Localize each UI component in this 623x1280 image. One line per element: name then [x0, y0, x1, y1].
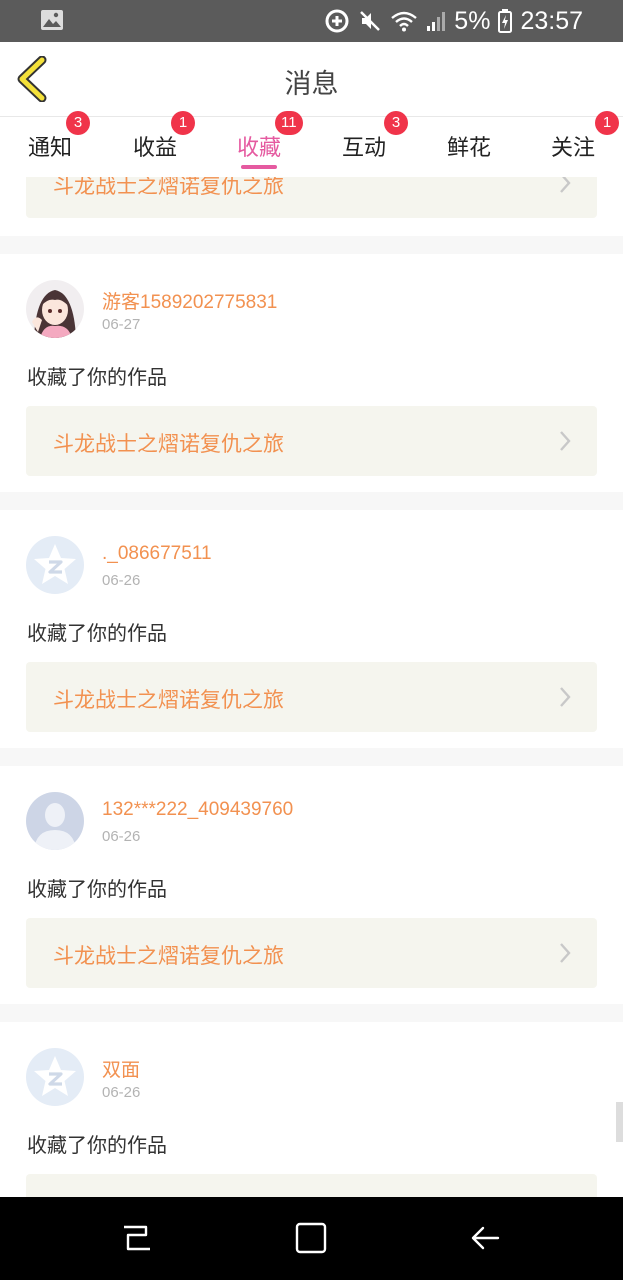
list-item: 双面 06-26 收藏了你的作品 — [0, 1022, 623, 1197]
list-item-partial: 斗龙战士之熠诺复仇之旅 — [0, 177, 623, 236]
tab-badge: 11 — [275, 111, 303, 135]
battery-icon — [498, 9, 513, 33]
message-date: 06-26 — [102, 828, 141, 845]
work-title: 斗龙战士之熠诺复仇之旅 — [53, 432, 284, 456]
message-list[interactable]: 斗龙战士之熠诺复仇之旅 游客1589202775831 06-27 收藏了你的作… — [0, 177, 623, 1197]
username[interactable]: 游客1589202775831 — [102, 287, 277, 314]
mute-icon — [360, 11, 381, 31]
username[interactable]: 132***222_409439760 — [102, 799, 293, 821]
wifi-icon — [391, 11, 418, 32]
message-date: 06-26 — [102, 1084, 141, 1101]
qq-star-avatar-icon — [26, 1048, 84, 1106]
tab-label: 鲜花 — [446, 136, 491, 161]
work-title: 斗龙战士之熠诺复仇之旅 — [53, 177, 284, 198]
work-title: 斗龙战士之熠诺复仇之旅 — [53, 944, 284, 968]
tab-label: 收藏 — [236, 136, 281, 161]
list-item: ._086677511 06-26 收藏了你的作品 斗龙战士之熠诺复仇之旅 — [0, 510, 623, 748]
data-saver-icon — [325, 9, 349, 33]
tab-badge: 1 — [171, 111, 195, 135]
action-text: 收藏了你的作品 — [27, 1133, 167, 1157]
tab-label: 通知 — [27, 136, 72, 161]
system-nav-bar — [0, 1197, 623, 1280]
avatar[interactable] — [26, 1048, 84, 1106]
list-item: 132***222_409439760 06-26 收藏了你的作品 斗龙战士之熠… — [0, 766, 623, 1004]
list-item: 游客1589202775831 06-27 收藏了你的作品 斗龙战士之熠诺复仇之… — [0, 254, 623, 492]
username[interactable]: ._086677511 — [102, 543, 212, 565]
tab-label: 收益 — [132, 136, 177, 161]
action-text: 收藏了你的作品 — [27, 365, 167, 389]
message-date: 06-27 — [102, 316, 141, 333]
clock: 23:57 — [520, 6, 583, 35]
status-bar: 5% 23:57 — [0, 0, 623, 42]
tab-badge: 3 — [384, 111, 408, 135]
tab-earnings[interactable]: 收益 1 — [105, 111, 205, 177]
work-title: 斗龙战士之熠诺复仇之旅 — [53, 688, 284, 712]
message-date: 06-26 — [102, 572, 141, 589]
chevron-right-icon — [560, 431, 571, 451]
chevron-right-icon — [560, 943, 571, 963]
action-text: 收藏了你的作品 — [27, 877, 167, 901]
work-link[interactable]: 斗龙战士之熠诺复仇之旅 — [26, 918, 597, 988]
work-link[interactable] — [26, 1174, 597, 1197]
page-title: 消息 — [284, 69, 339, 100]
scrollbar-thumb[interactable] — [616, 1102, 623, 1142]
tab-favorites[interactable]: 收藏 11 — [209, 111, 309, 177]
recent-apps-icon[interactable] — [120, 1221, 154, 1255]
action-text: 收藏了你的作品 — [27, 621, 167, 645]
work-link[interactable]: 斗龙战士之熠诺复仇之旅 — [26, 662, 597, 732]
battery-percent: 5% — [454, 6, 491, 35]
tab-badge: 3 — [66, 111, 90, 135]
anime-girl-avatar-icon — [26, 280, 84, 338]
qq-star-avatar-icon — [26, 536, 84, 594]
avatar[interactable] — [26, 280, 84, 338]
image-notification-icon — [41, 10, 63, 30]
tab-badge: 1 — [595, 111, 619, 135]
tab-interactions[interactable]: 互动 3 — [314, 111, 414, 177]
active-tab-indicator — [241, 165, 277, 169]
tab-label: 互动 — [341, 136, 386, 161]
home-icon[interactable] — [294, 1221, 328, 1255]
app-header: 消息 — [0, 42, 623, 117]
signal-icon — [427, 12, 446, 31]
tab-follows[interactable]: 关注 1 — [523, 111, 623, 177]
tab-flowers[interactable]: 鲜花 — [419, 117, 519, 177]
username[interactable]: 双面 — [102, 1055, 140, 1082]
work-link[interactable]: 斗龙战士之熠诺复仇之旅 — [26, 406, 597, 476]
avatar[interactable] — [26, 792, 84, 850]
tab-bar: 通知 3 收益 1 收藏 11 互动 3 鲜花 关注 1 — [0, 111, 623, 177]
tab-notifications[interactable]: 通知 3 — [0, 111, 100, 177]
back-icon[interactable] — [468, 1221, 502, 1255]
work-link[interactable]: 斗龙战士之熠诺复仇之旅 — [26, 177, 597, 218]
avatar[interactable] — [26, 536, 84, 594]
chevron-right-icon — [560, 687, 571, 707]
default-person-avatar-icon — [26, 792, 84, 850]
chevron-right-icon — [560, 177, 571, 193]
